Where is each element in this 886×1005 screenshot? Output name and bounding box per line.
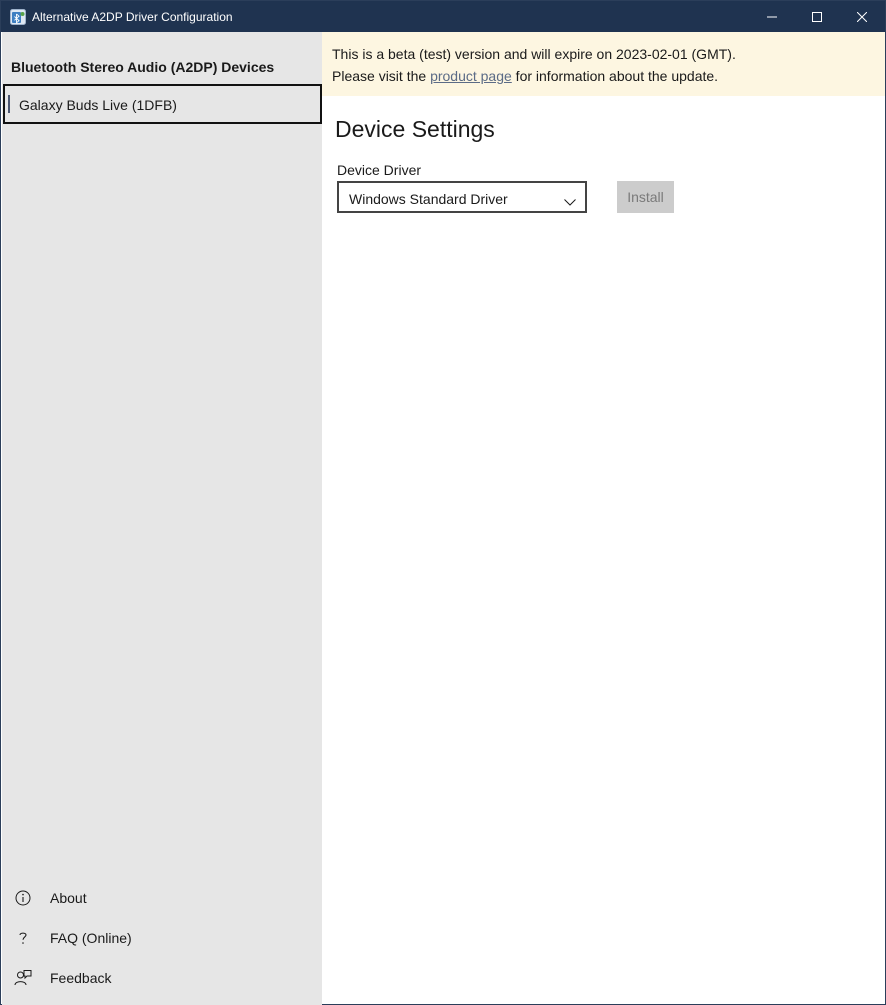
window-title: Alternative A2DP Driver Configuration: [32, 10, 233, 24]
device-driver-value: Windows Standard Driver: [349, 191, 508, 207]
app-window: Alternative A2DP Driver Configuration Bl…: [0, 0, 886, 1005]
device-item-label: Galaxy Buds Live (1DFB): [19, 97, 177, 113]
sidebar-heading: Bluetooth Stereo Audio (A2DP) Devices: [11, 59, 275, 75]
close-button[interactable]: [839, 1, 885, 32]
product-page-link[interactable]: product page: [430, 68, 512, 84]
nav-label-feedback: Feedback: [50, 970, 112, 986]
device-driver-dropdown[interactable]: Windows Standard Driver: [337, 181, 587, 213]
nav-item-about[interactable]: About: [2, 878, 322, 918]
banner-update-suffix: for information about the update.: [511, 68, 719, 84]
device-list-item[interactable]: Galaxy Buds Live (1DFB): [3, 84, 322, 124]
beta-notice-banner: This is a beta (test) version and will e…: [322, 32, 885, 96]
banner-expiry-text: This is a beta (test) version and will e…: [332, 46, 736, 62]
feedback-icon: [14, 969, 32, 987]
question-icon: [14, 929, 32, 947]
maximize-button[interactable]: [794, 1, 840, 32]
sidebar: Bluetooth Stereo Audio (A2DP) Devices Ga…: [2, 32, 322, 1005]
nav-item-feedback[interactable]: Feedback: [2, 958, 322, 998]
device-driver-label: Device Driver: [337, 162, 422, 178]
bluetooth-config-icon: [10, 9, 26, 25]
title-bar[interactable]: Alternative A2DP Driver Configuration: [1, 1, 885, 32]
page-title: Device Settings: [335, 116, 495, 142]
chevron-down-icon: [564, 192, 576, 206]
maximize-icon: [812, 11, 822, 22]
minimize-button[interactable]: [749, 1, 795, 32]
nav-label-faq: FAQ (Online): [50, 930, 132, 946]
nav-item-faq[interactable]: FAQ (Online): [2, 918, 322, 958]
close-icon: [857, 11, 867, 22]
info-icon: [14, 889, 32, 907]
nav-label-about: About: [50, 890, 87, 906]
selection-indicator: [8, 95, 10, 113]
banner-update-text: Please visit the product page for inform…: [332, 67, 718, 85]
install-button[interactable]: Install: [617, 181, 674, 213]
minimize-icon: [767, 12, 777, 22]
banner-update-prefix: Please visit the: [332, 68, 431, 84]
